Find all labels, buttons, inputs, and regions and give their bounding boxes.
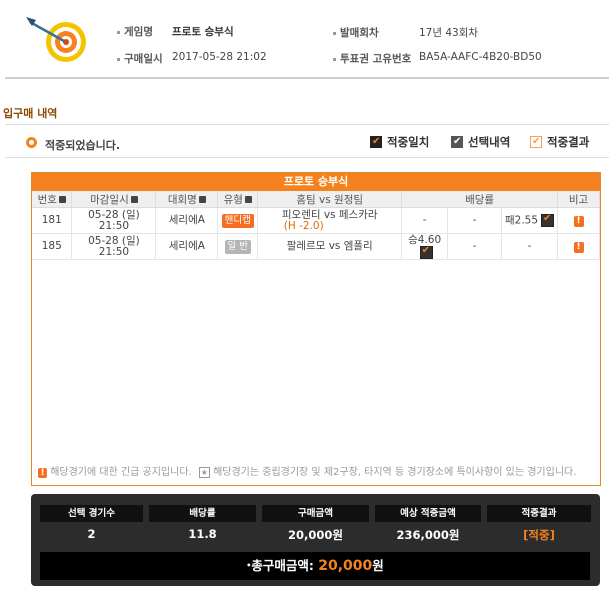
odds-win: 승4.60 [401,233,449,260]
dart-logo-icon [22,14,92,64]
sort-icon[interactable] [58,196,66,203]
issue-value: 17년 43회차 [419,27,479,39]
urgent-notice-icon: ! [38,468,47,478]
row-type: 일 반 [217,233,259,260]
section-divider [5,124,609,125]
star-notice-icon: ★ [198,467,210,478]
row-type: 핸디캡 [217,207,259,234]
row-number: 185 [32,233,73,260]
section-title: 입구매 내역 [3,107,58,120]
total-unit: 원 [372,558,384,573]
col-league[interactable]: 대회명 [155,191,219,208]
game-name-label: 게임명 [117,24,153,39]
row-note[interactable]: ! [557,233,600,260]
summary-header-amount: 구매금액 [262,505,369,522]
summary-amount: 20,000원 [288,528,343,542]
hit-circle-icon [26,137,37,148]
odds-draw: - [447,233,503,260]
col-note: 비고 [557,191,600,208]
sort-icon[interactable] [130,196,138,203]
col-type[interactable]: 유형 [217,191,259,208]
row-deadline: 05-28 (일) 21:50 [71,233,157,260]
row-note[interactable]: ! [557,207,600,234]
col-number[interactable]: 번호 [32,191,73,208]
handicap-value: (H -2.0) [283,219,324,232]
summary-header-result: 적중결과 [487,505,591,522]
header-divider [5,77,609,79]
issue-label: 발매회차 [333,25,379,40]
selected-check-icon [419,245,433,259]
total-label: 총구매금액: [251,558,314,573]
ticket-id-label: 투표권 고유번호 [333,51,411,66]
odds-lose: - [501,233,558,260]
alert-icon[interactable]: ! [573,215,584,227]
alert-icon[interactable]: ! [573,241,584,253]
row-league: 세리에A [155,207,219,234]
bet-table-title: 프로토 승부식 [32,173,600,191]
type-badge: 일 반 [224,239,252,254]
total-amount: 20,000 [318,558,373,574]
summary-games: 2 [87,527,96,541]
purchase-date-value: 2017-05-28 21:02 [172,51,267,63]
type-badge: 핸디캡 [221,213,254,228]
legend-hit-match: ✔ 적중일치 [370,135,430,149]
bet-table: 번호 마감일시 대회명 유형 홈팀 vs 원정팀 배당률 비고 181 05-2… [32,191,600,260]
col-odds: 배당률 [401,191,558,208]
summary-panel: 선택 경기수 배당률 구매금액 예상 적중금액 적중결과 2 11.8 20,0… [31,494,600,586]
table-row: 185 05-28 (일) 21:50 세리에A 일 반 팔레르모 vs 엠폴리 … [32,233,600,260]
status-text: 적중되었습니다. [45,139,121,152]
bet-table-frame: 프로토 승부식 번호 마감일시 대회명 유형 홈팀 vs 원정팀 배당률 비고 … [31,172,601,486]
legend-selected: ✔ 선택내역 [451,135,511,149]
summary-odds: 11.8 [188,527,217,541]
sort-icon[interactable] [198,196,206,203]
row-league: 세리에A [155,233,219,260]
selected-check-icon [541,213,555,227]
row-teams: 피오렌티 vs 페스카라 (H -2.0) [257,207,403,234]
row-deadline: 05-28 (일) 21:50 [71,207,157,234]
total-purchase-bar: •총구매금액: 20,000원 [40,552,590,580]
purchase-date-label: 구매일시 [117,51,163,66]
summary-result: [적중] [523,528,555,542]
sort-icon[interactable] [244,196,252,203]
checkbox-orange-icon: ✔ [530,136,542,148]
col-teams: 홈팀 vs 원정팀 [257,191,403,208]
summary-header-games: 선택 경기수 [40,505,143,522]
odds-draw: - [447,207,503,234]
row-teams: 팔레르모 vs 엠폴리 [257,233,403,260]
summary-header-expected: 예상 적중금액 [375,505,481,522]
checkbox-gray-icon: ✔ [451,136,463,148]
checkbox-dark-icon: ✔ [370,136,382,148]
odds-lose: 패2.55 [501,207,558,234]
game-name-value: 프로토 승부식 [172,26,234,38]
col-deadline[interactable]: 마감일시 [71,191,157,208]
legend-hit-result: ✔ 적중결과 [530,135,590,149]
table-notice: ! 해당경기에 대한 긴급 공지입니다. ★ 해당경기는 중립경기장 및 제2구… [38,463,576,478]
odds-win: - [401,207,449,234]
table-row: 181 05-28 (일) 21:50 세리에A 핸디캡 피오렌티 vs 페스카라… [32,207,600,234]
legend-divider [5,157,609,158]
summary-header-odds: 배당률 [149,505,256,522]
ticket-id-value: BA5A-AAFC-4B20-BD50 [419,51,542,63]
row-number: 181 [32,207,73,234]
summary-expected: 236,000원 [396,528,460,542]
